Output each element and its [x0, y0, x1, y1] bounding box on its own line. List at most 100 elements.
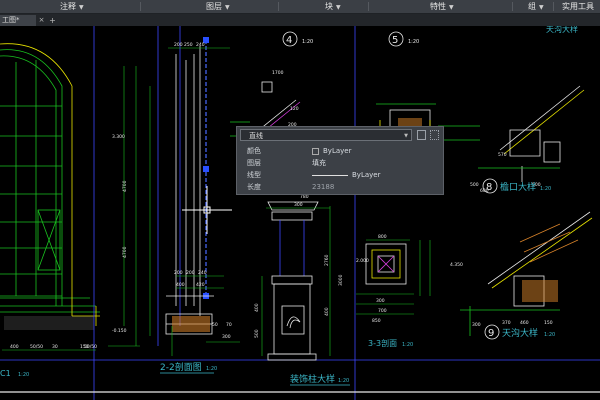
ribbon-label: 图层 [206, 2, 222, 11]
title-gutter-detail-top: 天沟大样 [546, 26, 578, 34]
base-hatch [4, 316, 94, 330]
ribbon-label: 注释 [60, 2, 76, 11]
svg-text:400: 400 [176, 282, 185, 288]
svg-text:200: 200 [186, 270, 195, 276]
canvas-background [0, 26, 600, 400]
svg-text:1:20: 1:20 [302, 39, 313, 45]
ribbon-group-properties[interactable]: 特性 ▼ [430, 0, 454, 13]
svg-text:2760: 2760 [324, 254, 330, 266]
ribbon-label: 特性 [430, 2, 446, 11]
ribbon-separator [512, 2, 513, 11]
chevron-down-icon: ▼ [336, 4, 341, 11]
svg-text:250: 250 [184, 42, 193, 48]
svg-text:1:20: 1:20 [338, 378, 349, 384]
property-value-length: 23188 [312, 183, 335, 191]
svg-text:400: 400 [324, 307, 330, 316]
svg-text:4700: 4700 [122, 180, 128, 192]
object-type-label: 直线 [249, 132, 263, 140]
svg-text:300: 300 [222, 334, 231, 340]
svg-text:120: 120 [290, 106, 299, 112]
svg-text:3-3剖面: 3-3剖面 [368, 338, 397, 348]
quick-properties-panel: 直线 ▼ 颜色 ByLayer 图层 填充 线型 ByLayer 长度 2318… [236, 126, 444, 195]
svg-text:50/50: 50/50 [84, 344, 97, 350]
ribbon-group-groups[interactable]: 组 ▼ [528, 0, 544, 13]
svg-text:50: 50 [212, 322, 218, 328]
svg-text:300: 300 [472, 322, 481, 328]
svg-text:装饰柱大样: 装饰柱大样 [290, 373, 335, 385]
ribbon-label: 块 [325, 2, 333, 11]
ribbon-group-annotate[interactable]: 注释 ▼ [60, 0, 84, 13]
svg-text:2-2剖面图: 2-2剖面图 [160, 361, 202, 373]
svg-text:1:20: 1:20 [408, 39, 419, 45]
svg-text:400: 400 [10, 344, 19, 350]
svg-text:500: 500 [470, 182, 479, 188]
grip-handle[interactable] [203, 166, 209, 172]
svg-text:700: 700 [378, 308, 387, 314]
svg-text:460: 460 [520, 320, 529, 326]
ribbon-separator [368, 2, 369, 11]
property-label-linetype: 线型 [247, 171, 261, 179]
chevron-down-icon: ▼ [79, 4, 84, 11]
add-tab-icon[interactable]: + [48, 16, 57, 25]
ribbon-separator [553, 2, 554, 11]
svg-text:370: 370 [502, 320, 511, 326]
chevron-down-icon: ▼ [225, 4, 230, 11]
svg-text:-0.150: -0.150 [112, 328, 127, 334]
file-tab[interactable]: 工图* [0, 15, 36, 26]
drawing-canvas[interactable]: 4700 4700 200 250 240 200 200 240 400 42… [0, 26, 600, 400]
ribbon-label: 实用工具 [562, 2, 594, 11]
svg-text:1700: 1700 [272, 70, 284, 76]
file-tab-bar: 工图* × + [0, 14, 600, 26]
svg-text:240: 240 [196, 42, 205, 48]
svg-text:800: 800 [378, 234, 387, 240]
ribbon-group-block[interactable]: 块 ▼ [325, 0, 341, 13]
svg-text:檐口大样: 檐口大样 [500, 181, 536, 193]
svg-text:1:20: 1:20 [18, 372, 29, 378]
svg-text:1:20: 1:20 [544, 332, 555, 338]
ribbon-group-layers[interactable]: 图层 ▼ [206, 0, 230, 13]
ribbon: 注释 ▼ 图层 ▼ 块 ▼ 特性 ▼ 组 ▼ 实用工具 [0, 0, 600, 14]
property-value-linetype[interactable]: ByLayer [312, 169, 380, 181]
svg-text:300: 300 [376, 298, 385, 304]
svg-text:C1: C1 [0, 369, 11, 378]
svg-text:240: 240 [198, 270, 207, 276]
property-label-layer: 图层 [247, 159, 261, 167]
svg-text:200: 200 [174, 270, 183, 276]
column-base-hatch [172, 316, 210, 332]
property-value-layer[interactable]: 填充 [312, 157, 326, 169]
svg-text:570: 570 [498, 152, 507, 158]
value-text: ByLayer [323, 147, 352, 155]
linetype-sample-icon [312, 174, 348, 176]
svg-text:4700: 4700 [122, 246, 128, 258]
svg-text:1:20: 1:20 [540, 186, 551, 192]
svg-text:300: 300 [294, 202, 303, 208]
svg-text:200: 200 [174, 42, 183, 48]
chevron-down-icon: ▼ [404, 133, 408, 139]
svg-text:3.300: 3.300 [112, 134, 125, 140]
svg-text:3000: 3000 [338, 274, 344, 286]
ribbon-group-utilities[interactable]: 实用工具 [562, 0, 594, 13]
svg-text:420: 420 [196, 282, 205, 288]
value-text: ByLayer [352, 171, 381, 179]
svg-text:4.350: 4.350 [450, 262, 463, 268]
property-label-length: 长度 [247, 183, 261, 191]
svg-text:1:20: 1:20 [402, 342, 413, 348]
close-icon[interactable]: × [37, 16, 46, 25]
panel-options-icon[interactable] [430, 130, 439, 140]
ribbon-label: 组 [528, 2, 536, 11]
select-objects-icon[interactable] [417, 130, 426, 140]
svg-text:70: 70 [226, 322, 232, 328]
property-value-color[interactable]: ByLayer [312, 145, 351, 157]
property-label-color: 颜色 [247, 147, 261, 155]
chevron-down-icon: ▼ [449, 4, 454, 11]
svg-text:8: 8 [486, 182, 492, 193]
svg-text:1:20: 1:20 [206, 366, 217, 372]
ribbon-separator [278, 2, 279, 11]
svg-text:9: 9 [488, 328, 494, 339]
svg-text:5: 5 [392, 35, 398, 46]
color-swatch-icon [312, 147, 319, 155]
svg-text:4: 4 [286, 35, 292, 46]
object-type-select[interactable]: 直线 ▼ [240, 129, 412, 141]
svg-text:150: 150 [544, 320, 553, 326]
svg-text:400: 400 [254, 303, 260, 312]
